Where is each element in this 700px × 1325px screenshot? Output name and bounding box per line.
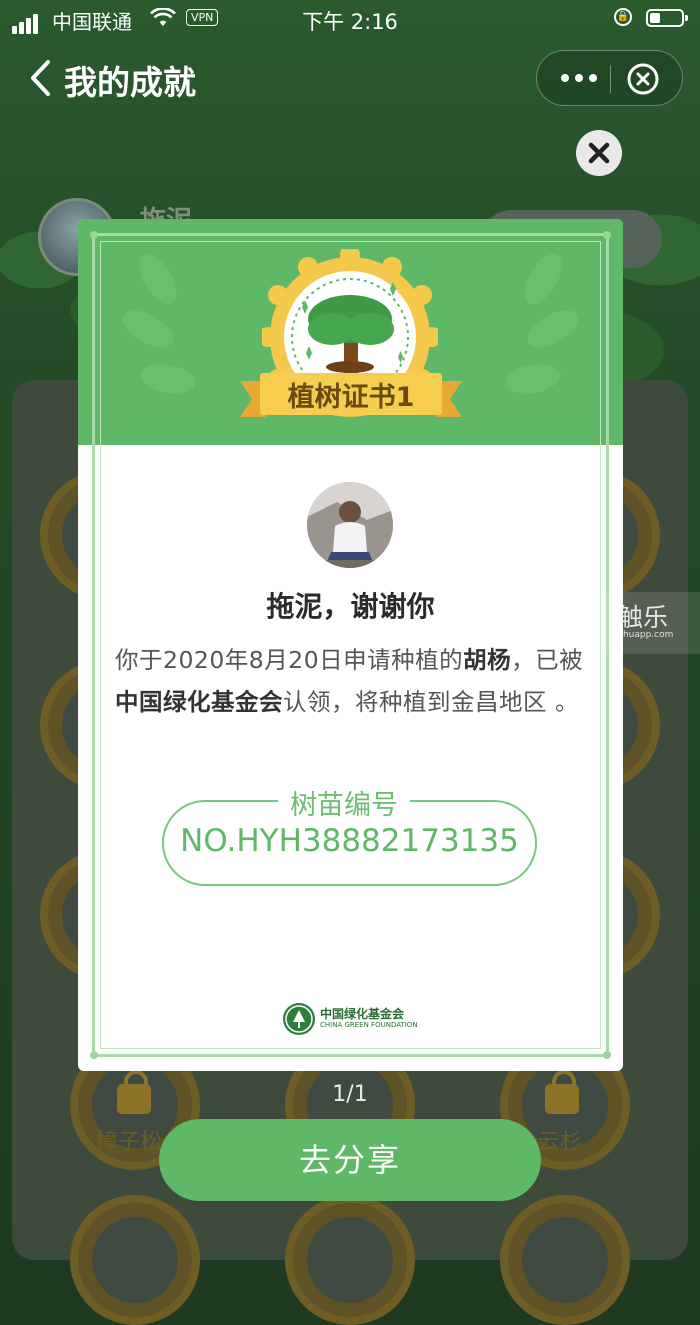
message-text: 你于2020年8月20日申请种植的 [115,646,464,674]
capsule-divider [610,65,611,93]
achievement-medal [500,1195,630,1325]
medal-label: 云杉 [538,1130,583,1155]
status-time: 下午 2:16 [302,10,398,34]
status-bar: 中国联通 VPN 下午 2:16 🔒 [0,0,700,40]
certificate-message: 你于2020年8月20日申请种植的胡杨，已被中国绿化基金会认领，将种植到金昌地区… [115,639,593,723]
watermark-text: 触乐 [618,603,669,632]
watermark: 触乐 chuapp.com [604,592,700,654]
modal-close-button[interactable] [576,130,622,176]
certificate-card: 植树证书1 拖泥，谢谢你 你于2020年8月20日申请种植的胡杨，已被中国绿化基… [78,219,623,1071]
foundation-name-cn: 中国绿化基金会 [320,1007,405,1021]
message-text: 认领，将种植到金昌地区 。 [283,688,579,716]
more-icon[interactable] [555,63,605,93]
foundation-emblem-icon [283,1003,315,1035]
corner-dot [603,231,611,239]
message-text: ，已被 [511,646,584,674]
achievement-medal [70,1195,200,1325]
foundation-logo: 中国绿化基金会 CHINA GREEN FOUNDATION [283,1003,423,1037]
seedling-label: 树苗编号 [278,783,410,822]
back-chevron-icon[interactable] [28,58,68,98]
foundation-name-en: CHINA GREEN FOUNDATION [320,1021,418,1029]
close-circle-icon[interactable] [627,63,659,95]
seedling-number: NO.HYH38882173135 [180,823,519,859]
miniprogram-capsule [536,50,683,106]
badge-title: 植树证书1 [287,382,415,413]
battery-icon [646,9,688,27]
close-icon [588,142,610,164]
user-avatar [307,482,393,568]
thanks-heading: 拖泥，谢谢你 [266,590,435,623]
medal-label: 樟子松 [96,1130,163,1155]
achievement-medal [285,1195,415,1325]
tree-species: 胡杨 [463,646,512,674]
corner-dot [90,1051,98,1059]
corner-dot [603,1051,611,1059]
organization-name: 中国绿化基金会 [115,688,283,716]
page-title: 我的成就 [64,63,196,102]
rotation-lock-icon: 🔒 [614,8,632,26]
watermark-url: chuapp.com [618,630,674,640]
page-indicator: 1/1 [332,1082,368,1107]
share-button[interactable]: 去分享 [159,1119,541,1201]
corner-dot [90,231,98,239]
